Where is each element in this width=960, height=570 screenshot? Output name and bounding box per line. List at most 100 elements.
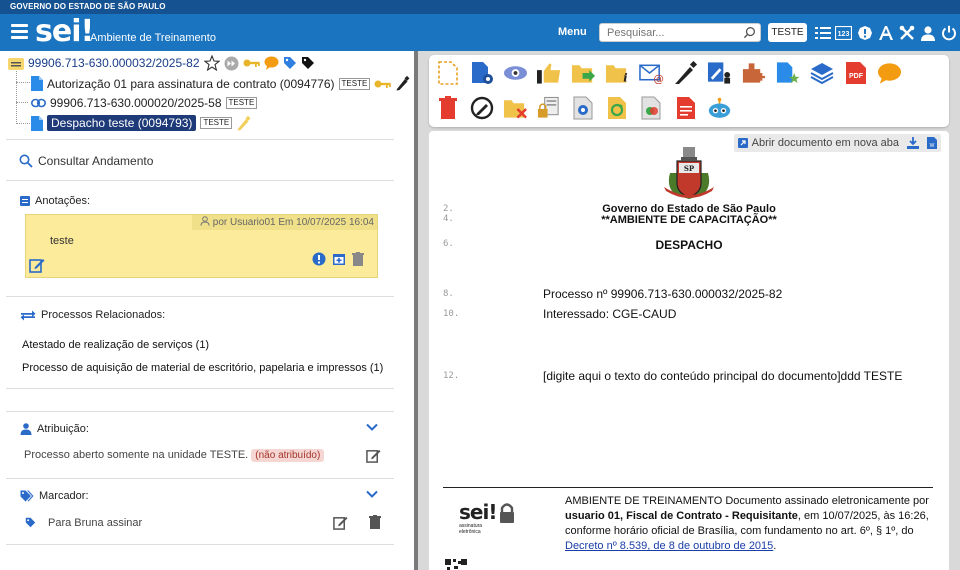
consult-progress-link[interactable]: Consultar Andamento (19, 154, 153, 168)
lock-icon (500, 503, 514, 523)
remove-process-icon[interactable] (503, 95, 528, 120)
unit-selector-button[interactable]: TESTE (768, 23, 807, 42)
assignment-header: Atribuição: (20, 423, 89, 435)
favorite-document-icon[interactable] (775, 60, 800, 85)
sei-signature-logo: sei! assinatura eletrônica (459, 498, 529, 538)
star-icon[interactable] (203, 55, 220, 71)
assignment-status: Processo aberto somente na unidade TESTE… (24, 449, 325, 462)
tree-item-despacho[interactable]: Despacho teste (0094793) TESTE (31, 115, 251, 131)
signature-text: AMBIENTE DE TREINAMENTO Documento assina… (565, 494, 933, 554)
svg-text:W: W (930, 143, 935, 149)
chevron-down-icon[interactable] (366, 423, 378, 432)
refresh-document-icon[interactable] (605, 95, 630, 120)
layers-icon[interactable] (809, 60, 834, 85)
separator (6, 139, 394, 140)
secure-document-icon[interactable] (537, 95, 562, 120)
decree-link[interactable]: Decreto nº 8.539, de 8 de outubro de 201… (565, 540, 773, 552)
edit-icon[interactable] (366, 448, 381, 463)
marker-text: Para Bruna assinar (48, 517, 143, 529)
tools-icon[interactable] (898, 24, 915, 41)
trash-icon[interactable] (369, 515, 381, 529)
open-new-tab-label[interactable]: Abrir documento em nova aba (752, 137, 899, 149)
thumbs-up-icon[interactable] (537, 60, 562, 85)
unit-badge: TESTE (225, 97, 258, 109)
signature-pen-icon[interactable] (395, 76, 410, 91)
assignment-label: Atribuição: (37, 423, 89, 435)
process-settings-icon[interactable] (469, 60, 494, 85)
menu-link[interactable]: Menu (558, 26, 587, 38)
cancel-edit-icon[interactable] (469, 95, 494, 120)
consult-progress-label[interactable]: Consultar Andamento (38, 154, 153, 168)
svg-text:i: i (623, 70, 627, 83)
edit-icon[interactable] (333, 515, 348, 530)
related-process-link[interactable]: Atestado de realização de serviços (1) (22, 339, 209, 351)
key-icon[interactable] (243, 57, 260, 69)
process-number-link[interactable]: 99906.713-630.000032/2025-82 (28, 56, 200, 70)
line-number: 12. (443, 371, 460, 381)
document-toolbar: i @ PDF (429, 55, 949, 127)
separator (6, 478, 394, 479)
word-document-icon[interactable]: W (927, 137, 937, 149)
power-icon[interactable] (940, 24, 957, 41)
sign-document-icon[interactable] (673, 60, 698, 85)
accessibility-font-icon[interactable] (877, 24, 894, 41)
note-text: teste (50, 235, 74, 247)
right-panel: i @ PDF Abrir documento em nova aba W SP… (418, 51, 960, 570)
attach-process-icon[interactable] (741, 60, 766, 85)
assistant-robot-icon[interactable] (707, 95, 732, 120)
user-icon[interactable] (919, 24, 936, 41)
new-document-icon[interactable] (435, 60, 460, 85)
signature-pen-icon[interactable] (236, 115, 251, 131)
alert-icon[interactable] (856, 24, 873, 41)
sei-logo[interactable]: sei! (35, 16, 94, 48)
pdf-icon[interactable]: PDF (843, 60, 868, 85)
hamburger-menu-icon[interactable] (11, 24, 28, 39)
tree-item-label[interactable]: Autorização 01 para assinatura de contra… (47, 77, 335, 91)
not-assigned-badge: (não atribuído) (251, 449, 325, 462)
search-icon[interactable] (743, 26, 756, 39)
tree-item-label[interactable]: 99906.713-630.000020/2025-58 (50, 96, 222, 110)
open-new-tab-button[interactable]: Abrir documento em nova aba W (733, 134, 941, 152)
calendar-add-icon[interactable] (332, 252, 346, 266)
tree-item-related-process[interactable]: 99906.713-630.000020/2025-58 TESTE (31, 96, 258, 110)
delete-icon[interactable] (435, 95, 460, 120)
tags-icon[interactable] (301, 56, 315, 70)
tags-icon (20, 490, 34, 502)
view-eye-icon[interactable] (503, 60, 528, 85)
tag-icon[interactable] (283, 56, 297, 70)
send-process-icon[interactable] (571, 60, 596, 85)
trash-icon[interactable] (352, 252, 364, 266)
svg-text:SP: SP (684, 164, 695, 173)
process-info-icon[interactable]: i (605, 60, 630, 85)
comment-icon[interactable] (877, 60, 902, 85)
list-icon[interactable] (814, 24, 831, 41)
block-signature-icon[interactable] (707, 60, 732, 85)
folder-icon[interactable] (8, 57, 24, 70)
swap-arrows-icon (20, 310, 36, 321)
fast-forward-icon[interactable] (224, 56, 239, 71)
tag-icon (25, 517, 36, 528)
priority-icon[interactable] (312, 252, 326, 266)
tree-item-label-selected[interactable]: Despacho teste (0094793) (47, 115, 197, 131)
search-input[interactable] (600, 24, 740, 41)
comment-icon[interactable] (264, 56, 279, 70)
text-document-icon[interactable] (673, 95, 698, 120)
unit-badge: TESTE (200, 117, 233, 129)
document-settings-icon[interactable] (571, 95, 596, 120)
key-icon[interactable] (374, 78, 392, 90)
download-icon[interactable] (907, 137, 919, 149)
user-tie-icon (20, 423, 32, 435)
tree-item-authorization[interactable]: Autorização 01 para assinatura de contra… (31, 76, 410, 91)
qr-code-icon (445, 559, 467, 570)
doc-body-text: [digite aqui o texto do conteúdo princip… (543, 369, 903, 383)
numbered-list-icon[interactable]: 123 (835, 24, 852, 41)
separator (6, 296, 394, 297)
edit-note-icon[interactable] (29, 257, 45, 273)
svg-text:PDF: PDF (849, 73, 864, 80)
search-icon (19, 154, 33, 168)
document-version-icon[interactable] (639, 95, 664, 120)
send-email-icon[interactable]: @ (639, 60, 664, 85)
svg-text:@: @ (653, 73, 664, 83)
related-process-link[interactable]: Processo de aquisição de material de esc… (22, 362, 383, 374)
chevron-down-icon[interactable] (366, 490, 378, 499)
